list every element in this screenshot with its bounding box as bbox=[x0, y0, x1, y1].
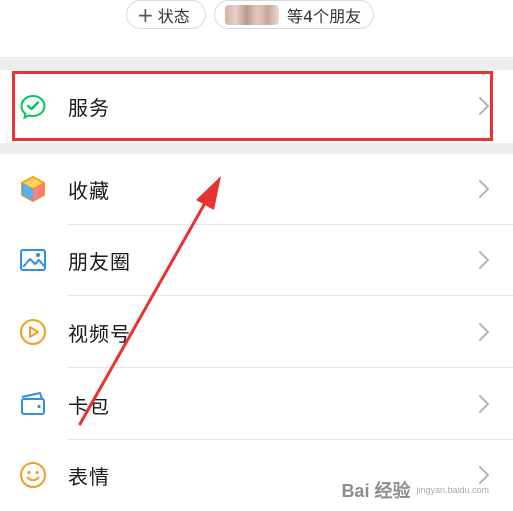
favorites-icon bbox=[21, 176, 45, 202]
section-separator bbox=[0, 57, 513, 70]
add-status-button[interactable]: + 状态 bbox=[126, 0, 206, 29]
menu-item-channels[interactable]: 视频号 bbox=[0, 296, 513, 368]
chevron-right-icon bbox=[479, 180, 489, 198]
highlight-box bbox=[12, 71, 493, 141]
friends-status-button[interactable]: 等4个朋友 bbox=[214, 0, 374, 29]
menu-item-label: 朋友圈 bbox=[68, 250, 131, 274]
chevron-right-icon bbox=[479, 323, 489, 341]
menu-item-favorites[interactable]: 收藏 bbox=[0, 154, 513, 225]
menu-item-cards[interactable]: 卡包 bbox=[0, 368, 513, 440]
wechat-me-page: + 状态 等4个朋友 服务 收藏 朋友圈 视频号 卡包 表情 Bai 经验 ji… bbox=[0, 0, 513, 511]
menu-item-label: 收藏 bbox=[68, 179, 110, 203]
menu-item-label: 视频号 bbox=[68, 321, 131, 346]
status-row: + 状态 等4个朋友 bbox=[0, 0, 513, 57]
friends-label: 等4个朋友 bbox=[287, 6, 362, 26]
moments-icon bbox=[20, 249, 46, 271]
chevron-right-icon bbox=[479, 395, 489, 413]
avatar bbox=[225, 4, 279, 25]
watermark-text: Bai 经验 bbox=[341, 481, 411, 501]
cards-icon bbox=[21, 392, 45, 415]
watermark-sub: jingyan.baidu.com bbox=[416, 485, 489, 495]
section-separator bbox=[0, 143, 513, 154]
channels-icon bbox=[20, 319, 46, 345]
menu-item-moments[interactable]: 朋友圈 bbox=[0, 225, 513, 296]
watermark: Bai 经验 jingyan.baidu.com bbox=[341, 477, 489, 503]
chevron-right-icon bbox=[479, 251, 489, 269]
menu-item-label: 表情 bbox=[68, 465, 110, 489]
sticker-icon bbox=[20, 462, 46, 488]
menu-item-label: 卡包 bbox=[68, 393, 110, 418]
plus-icon: + bbox=[137, 2, 154, 27]
status-label: 状态 bbox=[157, 6, 190, 26]
